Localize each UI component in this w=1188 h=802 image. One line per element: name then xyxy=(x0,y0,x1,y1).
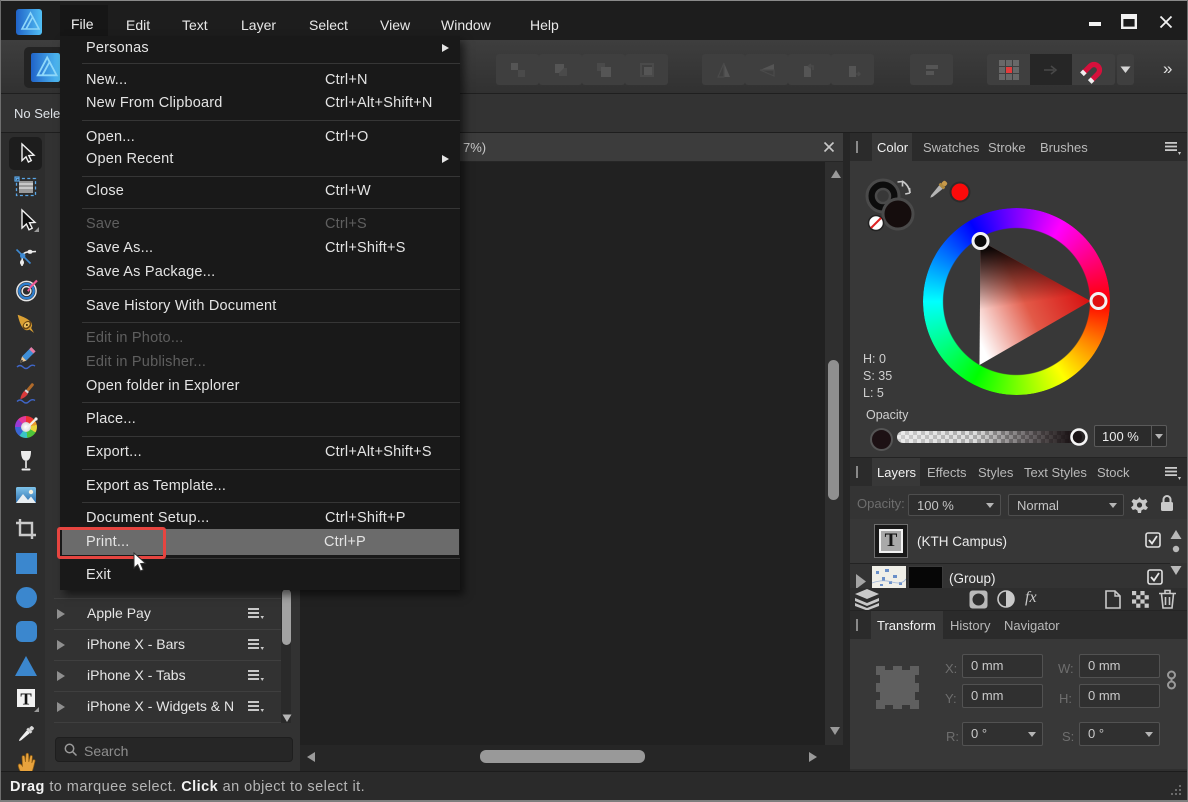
svg-text:T: T xyxy=(20,690,32,709)
